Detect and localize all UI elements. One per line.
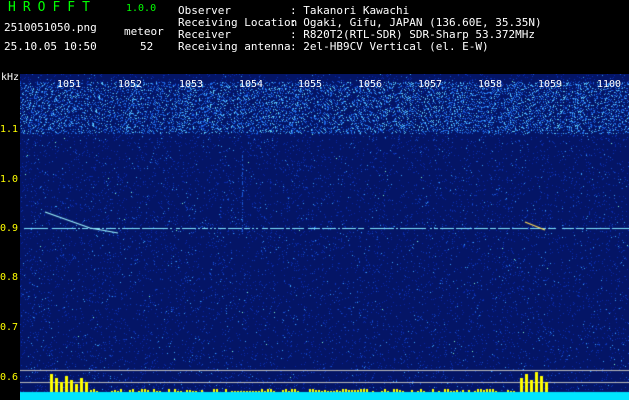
spectrogram-plot: [20, 74, 629, 400]
x-tick-label: 1059: [538, 79, 563, 90]
file-name: 2510051050.png: [4, 21, 97, 34]
y-tick-label: 1.0: [0, 174, 19, 185]
app-version: 1.0.0: [126, 3, 157, 14]
x-tick-label: 1057: [418, 79, 443, 90]
x-tick-label: 1054: [239, 79, 264, 90]
x-tick-label: 1058: [478, 79, 503, 90]
x-tick-label: 1053: [179, 79, 204, 90]
y-tick-label: 1.1: [0, 124, 19, 135]
x-tick-label: 1052: [118, 79, 143, 90]
timestamp: 25.10.05 10:50: [4, 40, 97, 53]
y-tick-label: 0.6: [0, 372, 19, 383]
antenna-key: Receiving antenna: [178, 40, 291, 53]
y-tick-label: 0.8: [0, 272, 19, 283]
x-tick-label: 1051: [57, 79, 82, 90]
x-tick-label: 1056: [358, 79, 383, 90]
y-tick-label: 0.7: [0, 322, 19, 333]
x-tick-label: 1055: [298, 79, 323, 90]
antenna-value: : 2el-HB9CV Vertical (el. E-W): [290, 40, 489, 53]
meteor-count: 52: [140, 40, 154, 53]
x-tick-label: 1100: [597, 79, 622, 90]
header-panel: HROFFT 1.0.0 2510051050.png 25.10.05 10:…: [0, 0, 629, 74]
app-title: HROFFT: [8, 0, 97, 15]
y-tick-label: 0.9: [0, 223, 19, 234]
meteor-label: meteor: [124, 25, 164, 38]
y-axis-unit: kHz: [1, 72, 20, 83]
